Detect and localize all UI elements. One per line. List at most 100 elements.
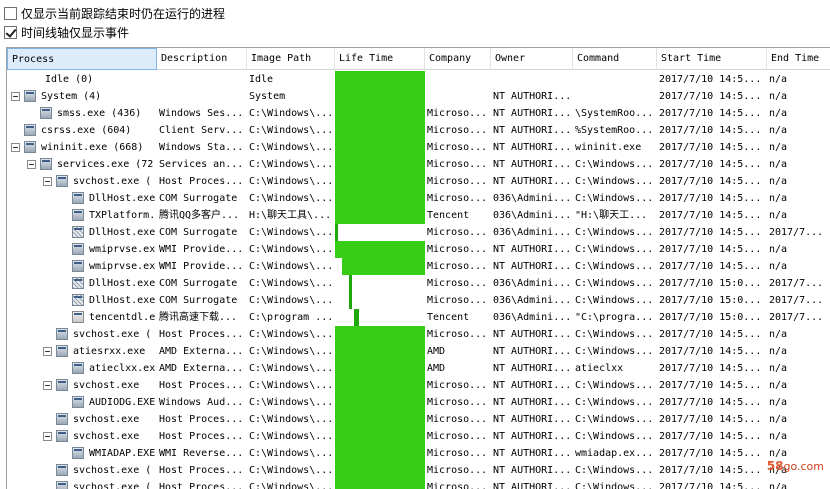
collapse-toggle-icon[interactable]	[27, 160, 36, 169]
cell-owner: NT AUTHORI...	[493, 108, 572, 119]
cell-company: Microso...	[427, 125, 488, 136]
column-header-command[interactable]: Command	[573, 48, 657, 70]
lifetime-bar	[335, 462, 425, 479]
only-running-label: 仅显示当前跟踪结束时仍在运行的进程	[21, 7, 226, 21]
table-row[interactable]: svchost.exe Host Proces... C:\Windows\... M…	[7, 377, 830, 394]
cell-image-path: C:\Windows\...	[249, 329, 334, 340]
table-row[interactable]: atiesrxx.exe AMD Externa... C:\Windows\...…	[7, 343, 830, 360]
column-header-start-time[interactable]: Start Time	[657, 48, 767, 70]
cell-description: Services an...	[159, 159, 244, 170]
table-row[interactable]: AUDIODG.EXE Windows Aud... C:\Windows\... M…	[7, 394, 830, 411]
cell-end-time: n/a	[769, 108, 788, 119]
table-row[interactable]: svchost.exe (Host Proces... C:\Windows\..…	[7, 173, 830, 190]
table-row[interactable]: svchost.exe Host Proces... C:\Windows\... M…	[7, 428, 830, 445]
cell-command: C:\Windows...	[575, 482, 654, 489]
cell-process: atiesrxx.exe	[73, 346, 146, 357]
cell-company: Microso...	[427, 142, 488, 153]
table-row[interactable]: DllHost.exe COM Surrogate C:\Windows\... Mi…	[7, 224, 830, 241]
lifetime-bar	[335, 122, 425, 139]
cell-start-time: 2017/7/10 14:5...	[659, 193, 762, 204]
collapse-toggle-icon[interactable]	[11, 143, 20, 152]
cell-image-path: Idle	[249, 74, 274, 85]
column-header-owner[interactable]: Owner	[491, 48, 573, 70]
column-header-life-time[interactable]: Life Time	[335, 48, 425, 70]
table-row[interactable]: DllHost.exe COM Surrogate C:\Windows\... Mi…	[7, 275, 830, 292]
cell-description: COM Surrogate	[159, 295, 238, 306]
column-header-process[interactable]: Process	[7, 48, 157, 70]
table-row[interactable]: Idle (0) Idle 2017/7/10 14:5... n/a	[7, 71, 830, 88]
table-row[interactable]: wininit.exe (668) Windows Sta... C:\Window…	[7, 139, 830, 156]
cell-image-path: H:\聊天工具\...	[249, 210, 332, 221]
cell-start-time: 2017/7/10 14:5...	[659, 482, 762, 489]
process-icon	[56, 328, 68, 340]
table-row[interactable]: svchost.exe Host Proces... C:\Windows\... M…	[7, 411, 830, 428]
cell-owner: NT AUTHORI...	[493, 159, 572, 170]
cell-image-path: C:\Windows\...	[249, 295, 334, 306]
table-row[interactable]: System (4) System NT AUTHORI... 2017/7/10 1…	[7, 88, 830, 105]
cell-owner: NT AUTHORI...	[493, 465, 572, 476]
cell-end-time: 2017/7...	[769, 278, 824, 289]
table-row[interactable]: csrss.exe (604) Client Serv... C:\Windows\…	[7, 122, 830, 139]
table-row[interactable]: wmiprvse.ex WMI Provide... C:\Windows\... M…	[7, 241, 830, 258]
table-row[interactable]: services.exe (72 Services an... C:\Windows…	[7, 156, 830, 173]
collapse-toggle-icon[interactable]	[11, 92, 20, 101]
cell-command: C:\Windows...	[575, 465, 654, 476]
cell-image-path: C:\Windows\...	[249, 414, 334, 425]
table-row[interactable]: tencentdl.e 腾讯高速下载... C:\program ... Tencen…	[7, 309, 830, 326]
cell-owner: NT AUTHORI...	[493, 142, 572, 153]
cell-command: C:\Windows...	[575, 227, 654, 238]
collapse-toggle-icon[interactable]	[43, 381, 52, 390]
cell-description: Host Proces...	[159, 380, 244, 391]
only-running-checkbox[interactable]	[4, 7, 17, 20]
cell-start-time: 2017/7/10 14:5...	[659, 363, 762, 374]
column-header-company[interactable]: Company	[425, 48, 491, 70]
cell-end-time: 2017/7...	[769, 312, 824, 323]
cell-owner: NT AUTHORI...	[493, 176, 572, 187]
cell-description: AMD Externa...	[159, 363, 244, 374]
table-row[interactable]: WMIADAP.EXE WMI Reverse... C:\Windows\... M…	[7, 445, 830, 462]
cell-description: Host Proces...	[159, 465, 244, 476]
cell-process: services.exe (72	[57, 159, 154, 170]
table-row[interactable]: wmiprvse.ex WMI Provide... C:\Windows\... M…	[7, 258, 830, 275]
cell-company: Microso...	[427, 176, 488, 187]
lifetime-bar	[335, 241, 425, 258]
process-icon	[72, 362, 84, 374]
column-header-image-path[interactable]: Image Path	[247, 48, 335, 70]
timeline-only-option[interactable]: 时间线轴仅显示事件	[4, 24, 129, 41]
lifetime-bar	[335, 343, 425, 360]
cell-company: Microso...	[427, 465, 488, 476]
cell-start-time: 2017/7/10 14:5...	[659, 108, 762, 119]
process-tree-table: Process Description Image Path Life Time Com…	[6, 47, 830, 489]
table-row[interactable]: DllHost.exe COM Surrogate C:\Windows\... Mi…	[7, 292, 830, 309]
column-header-end-time[interactable]: End Time	[767, 48, 830, 70]
collapse-toggle-icon[interactable]	[43, 347, 52, 356]
table-row[interactable]: smss.exe (436) Windows Ses... C:\Windows\.…	[7, 105, 830, 122]
cell-command: C:\Windows...	[575, 346, 654, 357]
collapse-toggle-icon[interactable]	[43, 432, 52, 441]
collapse-toggle-icon[interactable]	[43, 177, 52, 186]
cell-process: wmiprvse.ex	[89, 244, 156, 255]
lifetime-bar	[349, 275, 352, 292]
cell-description: Host Proces...	[159, 414, 244, 425]
cell-start-time: 2017/7/10 14:5...	[659, 74, 762, 85]
process-icon	[40, 107, 52, 119]
cell-description: WMI Provide...	[159, 261, 244, 272]
lifetime-bar	[342, 258, 425, 275]
cell-end-time: 2017/7...	[769, 295, 824, 306]
table-row[interactable]: svchost.exe (Host Proces... C:\Windows\..…	[7, 479, 830, 489]
table-row[interactable]: TXPlatform. 腾讯QQ多客户... H:\聊天工具\... Tencent 0…	[7, 207, 830, 224]
cell-end-time: n/a	[769, 125, 788, 136]
table-row[interactable]: svchost.exe (Host Proces... C:\Windows\..…	[7, 326, 830, 343]
timeline-only-checkbox[interactable]	[4, 26, 17, 39]
cell-image-path: C:\Windows\...	[249, 431, 334, 442]
table-row[interactable]: DllHost.exe COM Surrogate C:\Windows\... Mi…	[7, 190, 830, 207]
cell-image-path: C:\Windows\...	[249, 448, 334, 459]
cell-command: C:\Windows...	[575, 431, 654, 442]
column-header-description[interactable]: Description	[157, 48, 247, 70]
cell-command: C:\Windows...	[575, 329, 654, 340]
cell-process: csrss.exe (604)	[41, 125, 132, 136]
table-row[interactable]: atieclxx.ex AMD Externa... C:\Windows\... A…	[7, 360, 830, 377]
only-running-option[interactable]: 仅显示当前跟踪结束时仍在运行的进程	[4, 5, 225, 22]
cell-owner: NT AUTHORI...	[493, 448, 572, 459]
table-row[interactable]: svchost.exe (Host Proces... C:\Windows\..…	[7, 462, 830, 479]
